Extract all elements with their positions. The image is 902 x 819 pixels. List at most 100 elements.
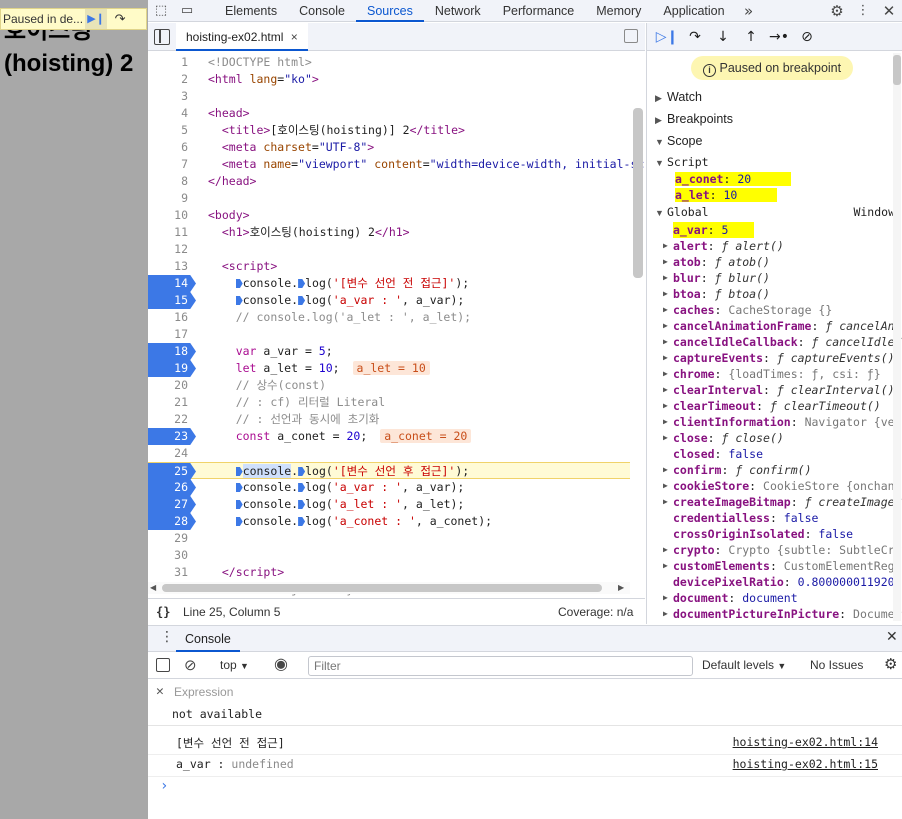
code-line[interactable]: 9 (148, 190, 630, 207)
more-tabs-icon[interactable]: » (736, 0, 762, 22)
scope-variable[interactable]: ▶ blur: ƒ blur() (647, 270, 902, 286)
code-line[interactable]: 24 (148, 445, 630, 462)
breakpoint-line-number[interactable]: 27 (148, 496, 196, 513)
scroll-left-icon[interactable]: ◀ (150, 583, 156, 592)
console-prompt[interactable]: › (148, 778, 902, 796)
tab-console[interactable]: Console (176, 626, 240, 652)
scope-variable[interactable]: credentialless: false (647, 510, 902, 526)
scope-variable[interactable]: crossOriginIsolated: false (647, 526, 902, 542)
line-number[interactable]: 21 (148, 394, 196, 411)
code-line[interactable]: 28 console. log('a_conet : ', a_conet); (148, 513, 630, 530)
scope-variable[interactable]: ▶ clearInterval: ƒ clearInterval() (647, 382, 902, 398)
scope-variable[interactable]: ▶ documentPictureInPicture: Documer (647, 606, 902, 622)
code-line[interactable]: 23 const a_conet = 20; a_conet = 20 (148, 428, 630, 445)
message-source-link[interactable]: hoisting-ex02.html:15 (733, 757, 878, 771)
resume-icon[interactable]: ▶❙ (85, 9, 108, 29)
line-number[interactable]: 11 (148, 224, 196, 241)
scope-variable[interactable]: ▶ customElements: CustomElementRegis (647, 558, 902, 574)
breakpoint-line-number[interactable]: 14 (148, 275, 196, 292)
sidebar-toggle-icon[interactable] (156, 658, 170, 672)
drawer-menu-icon[interactable]: ⋮ (160, 629, 174, 645)
code-line[interactable]: 19 let a_let = 10; a_let = 10 (148, 360, 630, 377)
breakpoint-line-number[interactable]: 25 (148, 463, 196, 480)
scope-variable[interactable]: ▶ caches: CacheStorage {} (647, 302, 902, 318)
step-into-icon[interactable]: ↓ (709, 29, 737, 45)
scope-variable[interactable]: ▶ cookieStore: CookieStore {onchange: (647, 478, 902, 494)
sidebar-scrollbar[interactable] (893, 53, 901, 621)
message-source-link[interactable]: hoisting-ex02.html:14 (733, 735, 878, 749)
breakpoint-line-number[interactable]: 19 (148, 360, 196, 377)
toggle-navigator-icon[interactable] (154, 29, 170, 45)
tab-sources[interactable]: Sources (355, 0, 424, 22)
toggle-debugger-icon[interactable] (624, 29, 638, 43)
code-line[interactable]: 29 (148, 530, 630, 547)
code-editor[interactable]: 1 <!DOCTYPE html> 2 <html lang="ko"> 3 4 <head… (148, 52, 645, 597)
line-number[interactable]: 24 (148, 445, 196, 462)
deactivate-breakpoints-icon[interactable]: ⊘ (793, 29, 821, 45)
line-number[interactable]: 8 (148, 173, 196, 190)
code-line[interactable]: 31 </script> (148, 564, 630, 581)
global-scope[interactable]: ▼ Global Window (655, 205, 895, 219)
scope-variable[interactable]: ▶ atob: ƒ atob() (647, 254, 902, 270)
live-expression-eye-icon[interactable]: ◉ (274, 654, 288, 674)
code-line[interactable]: 1 <!DOCTYPE html> (148, 54, 630, 71)
scope-variable[interactable]: a_var: 5 (647, 222, 902, 238)
step-over-icon[interactable]: ↷ (109, 9, 131, 29)
code-line[interactable]: 13 <script> (148, 258, 630, 275)
resume-icon[interactable]: ▷❙ (653, 29, 681, 45)
code-line[interactable]: 20 // 상수(const) (148, 377, 630, 394)
line-number[interactable]: 4 (148, 105, 196, 122)
editor-vertical-scrollbar[interactable] (633, 108, 643, 278)
scope-variable[interactable]: ▶ chrome: {loadTimes: ƒ, csi: ƒ} (647, 366, 902, 382)
line-number[interactable]: 12 (148, 241, 196, 258)
code-line[interactable]: 7 <meta name="viewport" content="width=d… (148, 156, 645, 173)
tab-elements[interactable]: Elements (214, 0, 288, 22)
scope-variable[interactable]: a_let: 10 (647, 187, 902, 203)
line-number[interactable]: 20 (148, 377, 196, 394)
inspect-element-icon[interactable]: ⬚ (148, 0, 174, 22)
breakpoint-line-number[interactable]: 15 (148, 292, 196, 309)
code-line[interactable]: 6 <meta charset="UTF-8"> (148, 139, 630, 156)
more-options-icon[interactable]: ⋮ (850, 0, 876, 22)
code-line[interactable]: 8 </head> (148, 173, 630, 190)
scope-variable[interactable]: ▶ btoa: ƒ btoa() (647, 286, 902, 302)
line-number[interactable]: 22 (148, 411, 196, 428)
code-line[interactable]: 3 (148, 88, 630, 105)
code-line[interactable]: 16 // console.log('a_let : ', a_let); (148, 309, 630, 326)
line-number[interactable]: 5 (148, 122, 196, 139)
scope-variable[interactable]: ▶ alert: ƒ alert() (647, 238, 902, 254)
scope-variable[interactable]: ▶ cancelAnimationFrame: ƒ cancelAni (647, 318, 902, 334)
device-toolbar-icon[interactable]: ▭ (174, 0, 200, 22)
line-number[interactable]: 1 (148, 54, 196, 71)
code-line[interactable]: 18 var a_var = 5; (148, 343, 630, 360)
line-number[interactable]: 16 (148, 309, 196, 326)
tab-console[interactable]: Console (288, 0, 356, 22)
settings-gear-icon[interactable]: ⚙ (824, 0, 850, 22)
code-line[interactable]: 21 // : cf) 리터럴 Literal (148, 394, 630, 411)
remove-expression-icon[interactable]: ✕ (156, 684, 164, 699)
code-line[interactable]: 11 <h1>호이스팅(hoisting) 2</h1> (148, 224, 630, 241)
scope-variable[interactable]: a_conet: 20 (647, 171, 902, 187)
tab-network[interactable]: Network (424, 0, 492, 22)
line-number[interactable]: 30 (148, 547, 196, 564)
line-number[interactable]: 6 (148, 139, 196, 156)
close-devtools-icon[interactable]: ✕ (876, 0, 902, 22)
scroll-right-icon[interactable]: ▶ (618, 583, 624, 592)
line-number[interactable]: 31 (148, 564, 196, 581)
tab-memory[interactable]: Memory (585, 0, 652, 22)
breakpoints-section[interactable]: ▶ Breakpoints (655, 112, 733, 126)
scope-variable[interactable]: ▶crypto: Crypto {subtle: SubtleCrypto (647, 542, 902, 558)
step-out-icon[interactable]: ↑ (737, 29, 765, 45)
step-over-icon[interactable]: ↷ (681, 29, 709, 45)
code-line[interactable]: 26 console. log('a_var : ', a_var); (148, 479, 630, 496)
scope-variable[interactable]: devicePixelRatio: 0.800000011920929 (647, 574, 902, 590)
code-line[interactable]: 5 <title>[호이스팅(hoisting)] 2</title> (148, 122, 630, 139)
breakpoint-line-number[interactable]: 23 (148, 428, 196, 445)
line-number[interactable]: 29 (148, 530, 196, 547)
scope-variable[interactable]: ▶ document: document (647, 590, 902, 606)
horizontal-scroll-thumb[interactable] (162, 584, 602, 592)
clear-console-icon[interactable]: ⊘ (184, 656, 197, 674)
step-icon[interactable]: →• (765, 29, 793, 45)
scope-variable[interactable]: ▶ cancelIdleCallback: ƒ cancelIdleC (647, 334, 902, 350)
line-number[interactable]: 2 (148, 71, 196, 88)
